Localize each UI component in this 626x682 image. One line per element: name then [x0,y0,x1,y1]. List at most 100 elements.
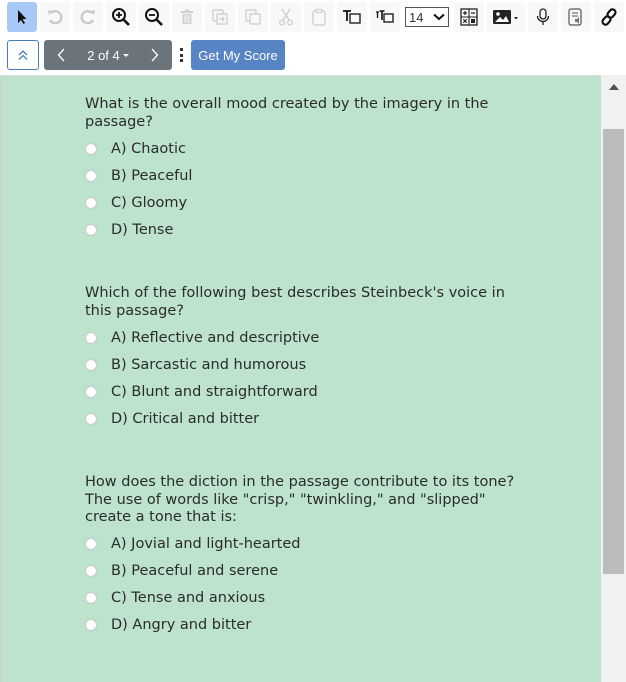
insert-image-button[interactable] [487,2,525,32]
cut-button[interactable] [271,2,301,32]
text-size-button[interactable] [370,2,400,32]
answer-option[interactable]: C) Blunt and straightforward [85,378,515,405]
radio-button[interactable] [85,592,97,604]
answer-option[interactable]: A) Jovial and light-hearted [85,531,515,558]
option-label: A) Chaotic [111,140,186,157]
zoom-in-icon [112,8,130,26]
paste-special-icon [212,9,228,25]
question-navigation: 2 of 4 Get My Score [0,38,626,72]
page-indicator: 2 of 4 [87,47,120,63]
pager: 2 of 4 [44,40,172,70]
text-box-button[interactable] [337,2,367,32]
radio-button[interactable] [85,565,97,577]
toolbar: 14 [0,0,626,34]
text-size-icon [376,10,394,23]
answer-option[interactable]: A) Chaotic [85,135,515,162]
collapse-button[interactable] [7,40,39,70]
paste-button[interactable] [304,2,334,32]
answer-option[interactable]: D) Tense [85,216,515,243]
delete-button[interactable] [172,2,202,32]
answer-option[interactable]: D) Angry and bitter [85,612,515,639]
font-size-value: 14 [409,9,424,25]
answer-option[interactable]: A) Reflective and descriptive [85,324,515,351]
vertical-scrollbar[interactable] [601,75,626,682]
radio-button[interactable] [85,619,97,631]
next-page-button[interactable] [138,40,172,70]
question-text: How does the diction in the passage cont… [85,474,515,490]
option-label: D) Angry and bitter [111,617,252,633]
undo-icon [48,10,63,25]
option-label: A) Reflective and descriptive [111,329,320,346]
calculator-button[interactable] [454,2,484,32]
radio-button[interactable] [85,196,97,209]
clipboard-icon [312,8,326,26]
option-label: B) Peaceful [111,167,193,184]
microphone-icon [536,8,550,25]
paste-special-button[interactable] [205,2,235,32]
chevron-left-icon [57,48,65,62]
get-my-score-button[interactable]: Get My Score [191,40,285,70]
text-box-icon [343,10,361,24]
chevron-down-icon [433,13,445,21]
radio-button[interactable] [85,412,97,425]
radio-button[interactable] [85,358,97,371]
answer-option[interactable]: C) Gloomy [85,189,515,216]
triangle-up-icon [608,84,619,90]
redo-button[interactable] [73,2,103,32]
radio-button[interactable] [85,223,97,236]
scrollbar-thumb[interactable] [603,129,624,574]
answer-option[interactable]: B) Peaceful and serene [85,558,515,585]
double-chevron-up-icon [18,50,28,60]
answer-options: A) Reflective and descriptive B) Sarcast… [85,324,515,432]
option-label: B) Sarcastic and humorous [111,356,307,373]
radio-button[interactable] [85,385,97,398]
text-to-speech-icon [568,8,582,26]
copy-button[interactable] [238,2,268,32]
question-2: Which of the following best describes St… [85,285,515,432]
radio-button[interactable] [85,538,97,550]
trash-icon [181,9,193,24]
option-label: D) Critical and bitter [111,410,260,427]
pointer-tool-button[interactable] [7,2,37,32]
more-options-icon[interactable] [178,46,184,64]
copy-icon [245,9,261,25]
radio-button[interactable] [85,169,97,182]
radio-button[interactable] [85,142,97,155]
undo-button[interactable] [40,2,70,32]
zoom-in-button[interactable] [106,2,136,32]
image-icon [493,10,518,24]
link-button[interactable] [594,2,624,32]
option-label: C) Tense and anxious [111,590,266,606]
font-size-select[interactable]: 14 [405,7,449,27]
cut-icon [278,8,294,26]
zoom-out-button[interactable] [139,2,169,32]
scroll-up-button[interactable] [601,75,626,99]
link-icon [601,8,617,26]
radio-button[interactable] [85,331,97,344]
question-1: What is the overall mood created by the … [85,96,515,243]
calculator-icon [460,8,478,26]
text-to-speech-button[interactable] [561,2,591,32]
answer-option[interactable]: B) Peaceful [85,162,515,189]
option-label: A) Jovial and light-hearted [111,536,301,552]
answer-options: A) Jovial and light-hearted B) Peaceful … [85,531,515,639]
zoom-out-icon [145,8,163,26]
question-3: How does the diction in the passage cont… [85,474,515,639]
page-selector[interactable]: 2 of 4 [78,48,138,63]
answer-option[interactable]: B) Sarcastic and humorous [85,351,515,378]
answer-option[interactable]: D) Critical and bitter [85,405,515,432]
question-subtext: The use of words like "crisp," "twinklin… [85,491,486,526]
option-label: C) Gloomy [111,194,188,211]
previous-page-button[interactable] [44,40,78,70]
microphone-button[interactable] [528,2,558,32]
option-label: D) Tense [111,221,174,238]
option-label: B) Peaceful and serene [111,563,279,579]
pointer-icon [18,10,27,24]
questions-panel: What is the overall mood created by the … [0,75,601,682]
option-label: C) Blunt and straightforward [111,383,318,400]
answer-options: A) Chaotic B) Peaceful C) Gloomy D) Tens… [85,135,515,243]
answer-option[interactable]: C) Tense and anxious [85,585,515,612]
redo-icon [80,10,95,25]
caret-down-icon [122,53,129,57]
question-text: Which of the following best describes St… [85,285,505,319]
